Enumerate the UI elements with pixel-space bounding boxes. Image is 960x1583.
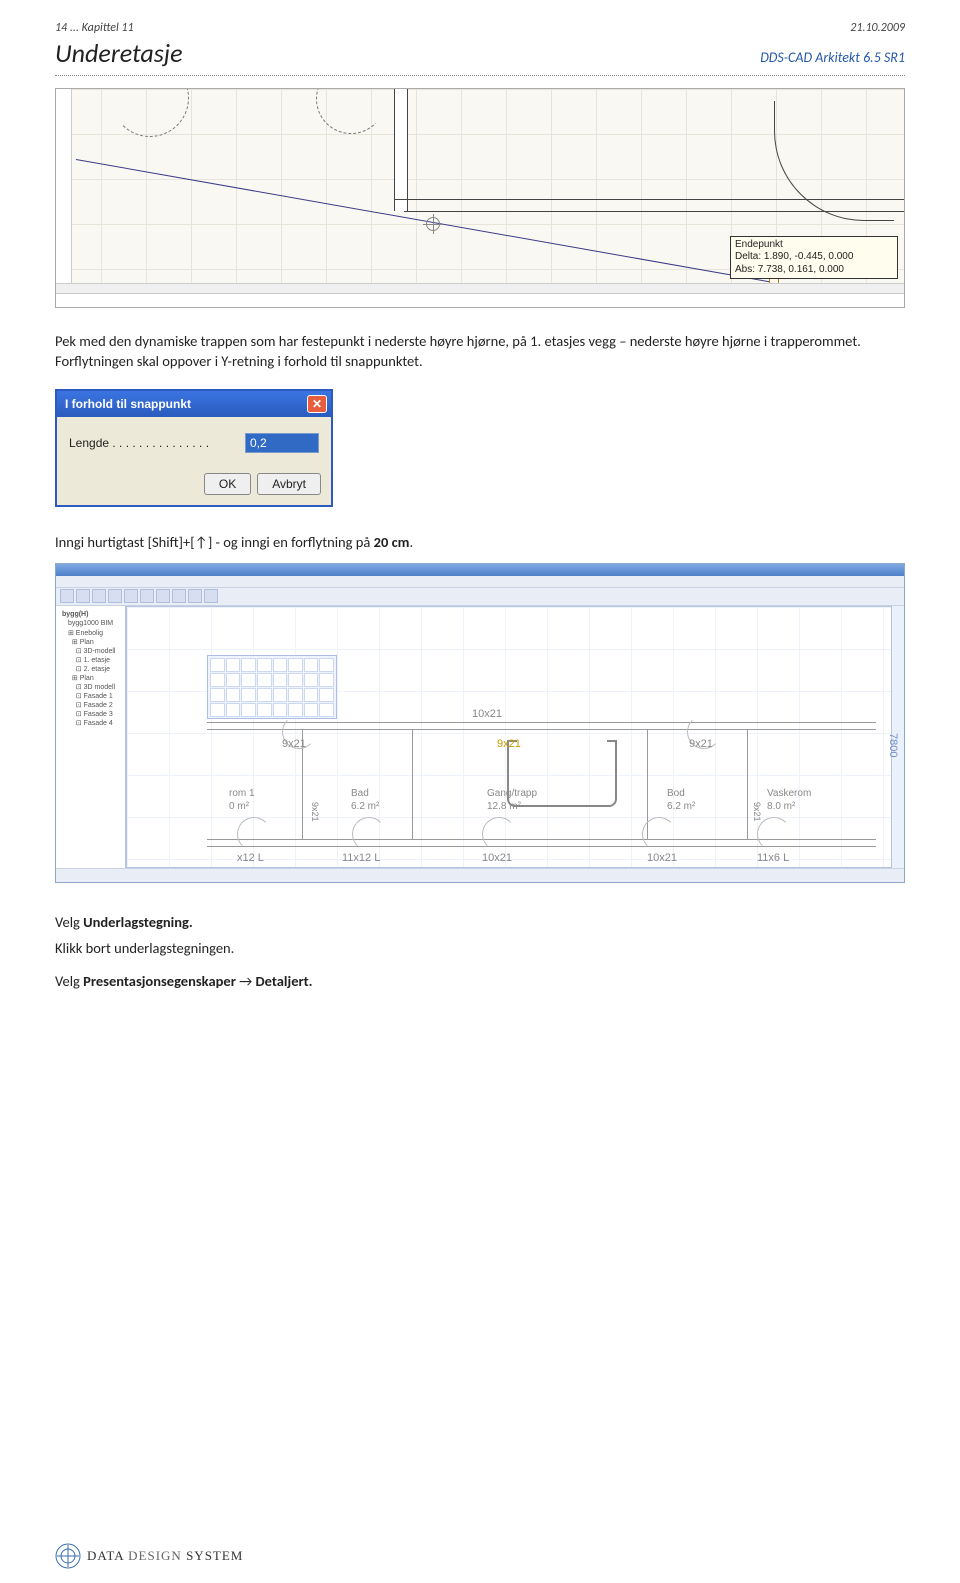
room-label: rom 10 m² [229, 787, 255, 814]
room-label: Gang/trapp12.8 m² [487, 787, 537, 814]
body-paragraph: Velg Underlagstegning. [55, 913, 905, 933]
close-button[interactable]: ✕ [307, 395, 327, 413]
snap-offset-dialog: I forhold til snappunkt ✕ Lengde . . . .… [55, 389, 333, 507]
body-paragraph: Klikk bort underlagstegningen. [55, 939, 905, 959]
length-input[interactable]: 0,2 [245, 433, 319, 453]
page-date: 21.10.2009 [850, 20, 905, 36]
footer-brand: DATA DESIGN SYSTEM [55, 1543, 243, 1569]
snap-tooltip: Endepunkt Delta: 1.890, -0.445, 0.000 Ab… [730, 236, 898, 280]
door-label: 9x21 [689, 737, 713, 752]
body-paragraph: Inngi hurtigtast [Shift]+[↑] - og inngi … [55, 533, 905, 553]
cad-detail-view: Endepunkt Delta: 1.890, -0.445, 0.000 Ab… [55, 88, 905, 308]
door-label-selected: 9x21 [497, 737, 521, 752]
toolbar-icon[interactable] [124, 589, 138, 603]
cad-app-screenshot: bygg(H) bygg1000 BIM ⊞ Enebolig ⊞ Plan ⊡… [55, 563, 905, 883]
room-label: Bod6.2 m² [667, 787, 695, 814]
page-title: Underetasje [55, 36, 183, 71]
body-paragraph: Pek med den dynamiske trappen som har fe… [55, 332, 905, 371]
room-label: Vaskerom8.0 m² [767, 787, 811, 814]
cancel-button[interactable]: Avbryt [257, 473, 321, 495]
window-label: 11x6 L [757, 851, 789, 866]
page-ref: 14 ... Kapittel 11 [55, 20, 134, 36]
room-label: Bad6.2 m² [351, 787, 379, 814]
side-door-label: 9x21 [309, 802, 321, 822]
status-bar [56, 868, 904, 882]
toolbar-icon[interactable] [140, 589, 154, 603]
toolbar-icon[interactable] [204, 589, 218, 603]
dimension-vertical: 7800 [890, 679, 900, 812]
project-tree-panel[interactable]: bygg(H) bygg1000 BIM ⊞ Enebolig ⊞ Plan ⊡… [56, 606, 126, 868]
tooltip-line: Endepunkt [735, 239, 893, 252]
tooltip-line: Delta: 1.890, -0.445, 0.000 [735, 251, 893, 264]
dialog-title: I forhold til snappunkt [65, 396, 191, 412]
toolbar-icon[interactable] [188, 589, 202, 603]
arrow-up-icon: ↑ [195, 533, 208, 551]
toolbar-icon[interactable] [92, 589, 106, 603]
page-subtitle: DDS-CAD Arkitekt 6.5 SR1 [760, 49, 905, 68]
toolbar-icon[interactable] [156, 589, 170, 603]
ok-button[interactable]: OK [204, 473, 251, 495]
toolbar-icon[interactable] [60, 589, 74, 603]
door-label: 10x21 [472, 707, 502, 722]
window-label: 10x21 [482, 851, 512, 866]
brand-logo-icon [55, 1543, 81, 1569]
tooltip-line: Abs: 7.738, 0.161, 0.000 [735, 264, 893, 277]
close-icon: ✕ [312, 396, 322, 412]
toolbar-icon[interactable] [108, 589, 122, 603]
cad-canvas[interactable]: 10x21 9x21 9x21 9x21 rom 10 m² Bad6.2 m²… [126, 606, 892, 868]
body-paragraph: Velg Presentasjonsegenskaper → Detaljert… [55, 972, 905, 992]
toolbar-icon[interactable] [76, 589, 90, 603]
side-door-label: 9x21 [751, 802, 763, 822]
toolbar-icon[interactable] [172, 589, 186, 603]
window-label: x12 L [237, 851, 264, 866]
cad-toolbar [56, 588, 904, 606]
tool-palette[interactable] [207, 655, 337, 719]
door-label: 9x21 [282, 737, 306, 752]
window-label: 10x21 [647, 851, 677, 866]
length-label: Lengde . . . . . . . . . . . . . . . [69, 435, 239, 451]
window-label: 11x12 L [342, 851, 380, 866]
